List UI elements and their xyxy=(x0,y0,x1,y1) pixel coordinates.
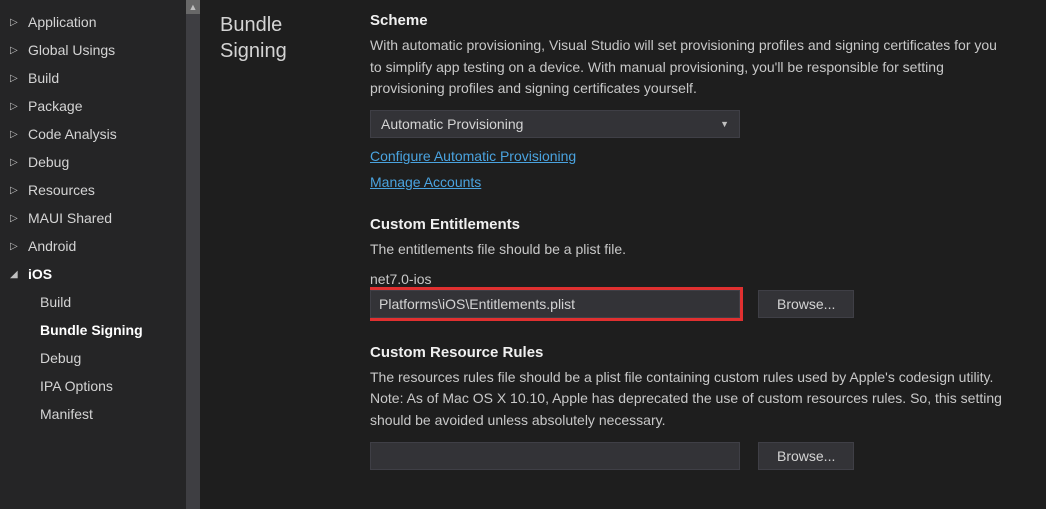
resource-rules-label: Custom Resource Rules xyxy=(370,344,1026,361)
scheme-description: With automatic provisioning, Visual Stud… xyxy=(370,35,1010,100)
sidebar-item-resources[interactable]: ▷ Resources xyxy=(0,176,200,204)
scroll-up-icon[interactable]: ▲ xyxy=(186,0,200,14)
scheme-block: Scheme With automatic provisioning, Visu… xyxy=(370,12,1026,190)
chevron-right-icon: ▷ xyxy=(10,185,20,196)
sidebar-child-build[interactable]: Build xyxy=(0,288,200,316)
sidebar-item-global-usings[interactable]: ▷ Global Usings xyxy=(0,36,200,64)
sidebar-item-label: Global Usings xyxy=(28,42,115,58)
sidebar-item-application[interactable]: ▷ Application xyxy=(0,8,200,36)
page-title-line2: Signing xyxy=(220,40,287,62)
sidebar-item-label: Application xyxy=(28,14,97,30)
resource-rules-block: Custom Resource Rules The resources rule… xyxy=(370,344,1026,470)
chevron-right-icon: ▷ xyxy=(10,213,20,224)
sidebar-item-label: Package xyxy=(28,98,82,114)
resource-rules-input[interactable] xyxy=(370,442,740,470)
sidebar-item-label: Resources xyxy=(28,182,95,198)
chevron-right-icon: ▷ xyxy=(10,129,20,140)
entitlements-input-row: Browse... xyxy=(370,290,1026,318)
sidebar-child-label: Bundle Signing xyxy=(40,322,143,338)
entitlements-target: net7.0-ios xyxy=(370,271,1026,287)
chevron-right-icon: ▷ xyxy=(10,73,20,84)
resource-rules-browse-button[interactable]: Browse... xyxy=(758,442,854,470)
entitlements-block: Custom Entitlements The entitlements fil… xyxy=(370,216,1026,318)
settings-sidebar: ▲ ▷ Application ▷ Global Usings ▷ Build … xyxy=(0,0,200,509)
sidebar-child-label: Build xyxy=(40,294,71,310)
sidebar-item-debug[interactable]: ▷ Debug xyxy=(0,148,200,176)
scheme-dropdown[interactable]: Automatic Provisioning ▼ xyxy=(370,110,740,138)
chevron-right-icon: ▷ xyxy=(10,45,20,56)
sidebar-child-bundle-signing[interactable]: Bundle Signing xyxy=(0,316,200,344)
sidebar-child-label: Manifest xyxy=(40,406,93,422)
sidebar-item-build[interactable]: ▷ Build xyxy=(0,64,200,92)
sidebar-scrollbar[interactable]: ▲ xyxy=(186,0,200,509)
chevron-right-icon: ▷ xyxy=(10,241,20,252)
sidebar-child-debug[interactable]: Debug xyxy=(0,344,200,372)
sidebar-item-android[interactable]: ▷ Android xyxy=(0,232,200,260)
resource-rules-input-row: Browse... xyxy=(370,442,1026,470)
sidebar-item-ios[interactable]: ◢ iOS xyxy=(0,260,200,288)
chevron-right-icon: ▷ xyxy=(10,17,20,28)
section-title-column: Bundle Signing xyxy=(200,0,370,509)
chevron-down-icon: ◢ xyxy=(10,269,20,280)
entitlements-label: Custom Entitlements xyxy=(370,216,1026,233)
chevron-down-icon: ▼ xyxy=(720,119,729,129)
main-content: Scheme With automatic provisioning, Visu… xyxy=(370,0,1046,509)
scheme-dropdown-value: Automatic Provisioning xyxy=(381,116,523,132)
sidebar-item-label: iOS xyxy=(28,266,52,282)
sidebar-item-label: Code Analysis xyxy=(28,126,117,142)
scheme-label: Scheme xyxy=(370,12,1026,29)
manage-accounts-link[interactable]: Manage Accounts xyxy=(370,174,481,190)
configure-provisioning-link[interactable]: Configure Automatic Provisioning xyxy=(370,148,576,164)
sidebar-item-label: Android xyxy=(28,238,76,254)
sidebar-item-code-analysis[interactable]: ▷ Code Analysis xyxy=(0,120,200,148)
entitlements-input[interactable] xyxy=(370,290,740,318)
resource-rules-description: The resources rules file should be a pli… xyxy=(370,367,1010,432)
sidebar-child-manifest[interactable]: Manifest xyxy=(0,400,200,428)
sidebar-item-label: Build xyxy=(28,70,59,86)
sidebar-child-ipa-options[interactable]: IPA Options xyxy=(0,372,200,400)
sidebar-item-maui-shared[interactable]: ▷ MAUI Shared xyxy=(0,204,200,232)
page-title-line1: Bundle xyxy=(220,14,282,36)
sidebar-child-label: IPA Options xyxy=(40,378,113,394)
sidebar-item-label: MAUI Shared xyxy=(28,210,112,226)
entitlements-browse-button[interactable]: Browse... xyxy=(758,290,854,318)
sidebar-item-label: Debug xyxy=(28,154,69,170)
sidebar-item-package[interactable]: ▷ Package xyxy=(0,92,200,120)
sidebar-child-label: Debug xyxy=(40,350,81,366)
page-title: Bundle Signing xyxy=(220,12,360,64)
entitlements-description: The entitlements file should be a plist … xyxy=(370,239,1010,261)
chevron-right-icon: ▷ xyxy=(10,101,20,112)
chevron-right-icon: ▷ xyxy=(10,157,20,168)
